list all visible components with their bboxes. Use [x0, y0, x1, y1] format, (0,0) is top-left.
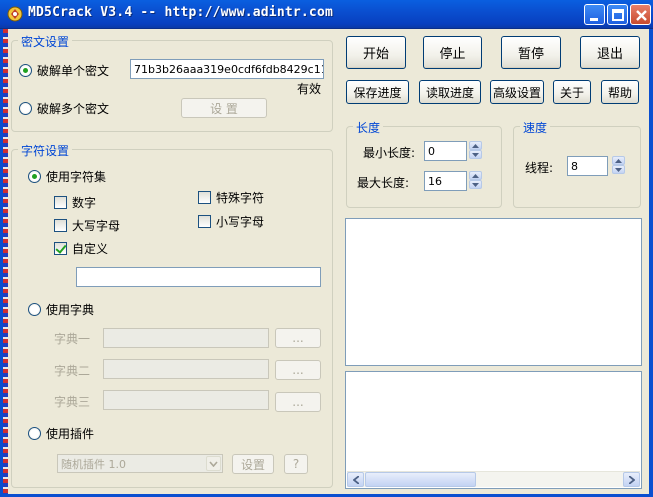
max-length-input[interactable]: 16: [424, 171, 467, 191]
use-charset-radio[interactable]: 使用字符集: [28, 168, 106, 185]
scroll-left-icon[interactable]: [347, 472, 364, 487]
checkbox-box: [198, 191, 211, 204]
start-button[interactable]: 开始: [346, 36, 406, 69]
min-length-input[interactable]: 0: [424, 141, 467, 161]
use-dict-label: 使用字典: [46, 303, 95, 317]
length-group: 长度: [346, 119, 502, 208]
charset-group-title: 字符设置: [18, 142, 73, 159]
spin-down-icon[interactable]: [469, 180, 482, 189]
window-title: MD5Crack V3.4 -- http://www.adintr.com: [28, 5, 334, 20]
frame-stripe: [3, 29, 8, 494]
checkbox-box: [54, 196, 67, 209]
custom-checkbox[interactable]: 自定义: [54, 240, 108, 257]
dict3-label: 字典三: [54, 395, 91, 409]
upper-label: 大写字母: [72, 219, 121, 233]
exit-button[interactable]: 退出: [580, 36, 640, 69]
threads-input[interactable]: 8: [567, 156, 608, 176]
valid-status: 有效: [297, 82, 322, 96]
dict1-label: 字典一: [54, 332, 91, 346]
length-group-title: 长度: [353, 119, 384, 136]
use-plugin-radio[interactable]: 使用插件: [28, 425, 94, 442]
scroll-right-icon[interactable]: [623, 472, 640, 487]
min-length-label: 最小长度:: [363, 146, 416, 160]
special-checkbox[interactable]: 特殊字符: [198, 189, 264, 206]
digits-label: 数字: [72, 196, 97, 210]
log-panel[interactable]: [345, 371, 642, 489]
results-panel[interactable]: [345, 218, 642, 366]
dict2-input[interactable]: [103, 359, 269, 379]
plugin-settings-button[interactable]: 设置: [232, 454, 274, 474]
cipher-group-title: 密文设置: [18, 33, 73, 50]
use-charset-label: 使用字符集: [46, 170, 107, 184]
stop-button[interactable]: 停止: [423, 36, 482, 69]
dict1-browse-button[interactable]: ...: [275, 328, 321, 348]
cipher-settings-button[interactable]: 设 置: [181, 98, 267, 118]
special-label: 特殊字符: [216, 191, 265, 205]
frame-right: [649, 29, 653, 497]
plugin-select[interactable]: 随机插件 1.0: [57, 454, 223, 473]
minimize-button[interactable]: [584, 4, 605, 25]
multi-cipher-label: 破解多个密文: [37, 102, 110, 116]
max-length-label: 最大长度:: [357, 176, 410, 190]
radio-dot: [28, 427, 41, 440]
multi-cipher-radio[interactable]: 破解多个密文: [19, 100, 109, 117]
threads-label: 线程:: [525, 161, 554, 175]
load-progress-button[interactable]: 读取进度: [419, 80, 481, 104]
app-icon: [6, 5, 24, 23]
checkbox-box: [198, 215, 211, 228]
checkbox-box: [54, 219, 67, 232]
radio-dot: [28, 170, 41, 183]
spin-up-icon[interactable]: [469, 141, 482, 150]
single-cipher-radio[interactable]: 破解单个密文: [19, 62, 109, 79]
spin-down-icon[interactable]: [612, 165, 625, 174]
radio-dot: [28, 303, 41, 316]
lower-label: 小写字母: [216, 215, 265, 229]
log-horizontal-scrollbar[interactable]: [347, 471, 640, 487]
single-cipher-label: 破解单个密文: [37, 64, 110, 78]
dict2-browse-button[interactable]: ...: [275, 360, 321, 380]
cipher-group: 密文设置: [11, 33, 333, 132]
single-cipher-input[interactable]: 71b3b26aaa319e0cdf6fdb8429c112b0: [130, 59, 324, 79]
dict2-label: 字典二: [54, 364, 91, 378]
min-length-spinner[interactable]: [469, 141, 482, 159]
speed-group-title: 速度: [520, 119, 551, 136]
plugin-select-value: 随机插件 1.0: [61, 457, 126, 471]
dict3-input[interactable]: [103, 390, 269, 410]
scroll-thumb[interactable]: [365, 472, 476, 487]
title-bar[interactable]: MD5Crack V3.4 -- http://www.adintr.com: [0, 0, 653, 29]
digits-checkbox[interactable]: 数字: [54, 194, 96, 211]
app-window: MD5Crack V3.4 -- http://www.adintr.com 密…: [0, 0, 653, 497]
custom-label: 自定义: [72, 242, 109, 256]
lower-checkbox[interactable]: 小写字母: [198, 213, 264, 230]
dict3-browse-button[interactable]: ...: [275, 392, 321, 412]
save-progress-button[interactable]: 保存进度: [346, 80, 409, 104]
spin-down-icon[interactable]: [469, 150, 482, 159]
upper-checkbox[interactable]: 大写字母: [54, 217, 120, 234]
about-button[interactable]: 关于: [553, 80, 591, 104]
close-button[interactable]: [630, 4, 651, 25]
use-plugin-label: 使用插件: [46, 427, 95, 441]
help-button[interactable]: 帮助: [601, 80, 639, 104]
threads-spinner[interactable]: [612, 156, 625, 174]
use-dict-radio[interactable]: 使用字典: [28, 301, 94, 318]
spin-up-icon[interactable]: [469, 171, 482, 180]
custom-charset-input[interactable]: [76, 267, 321, 287]
maximize-button[interactable]: [607, 4, 628, 25]
pause-button[interactable]: 暂停: [501, 36, 561, 69]
dict1-input[interactable]: [103, 328, 269, 348]
plugin-help-button[interactable]: ?: [284, 454, 308, 474]
advanced-settings-button[interactable]: 高级设置: [490, 80, 544, 104]
checkbox-box: [54, 242, 67, 255]
spin-up-icon[interactable]: [612, 156, 625, 165]
radio-dot: [19, 102, 32, 115]
chevron-down-icon: [206, 456, 221, 471]
radio-dot: [19, 64, 32, 77]
max-length-spinner[interactable]: [469, 171, 482, 189]
